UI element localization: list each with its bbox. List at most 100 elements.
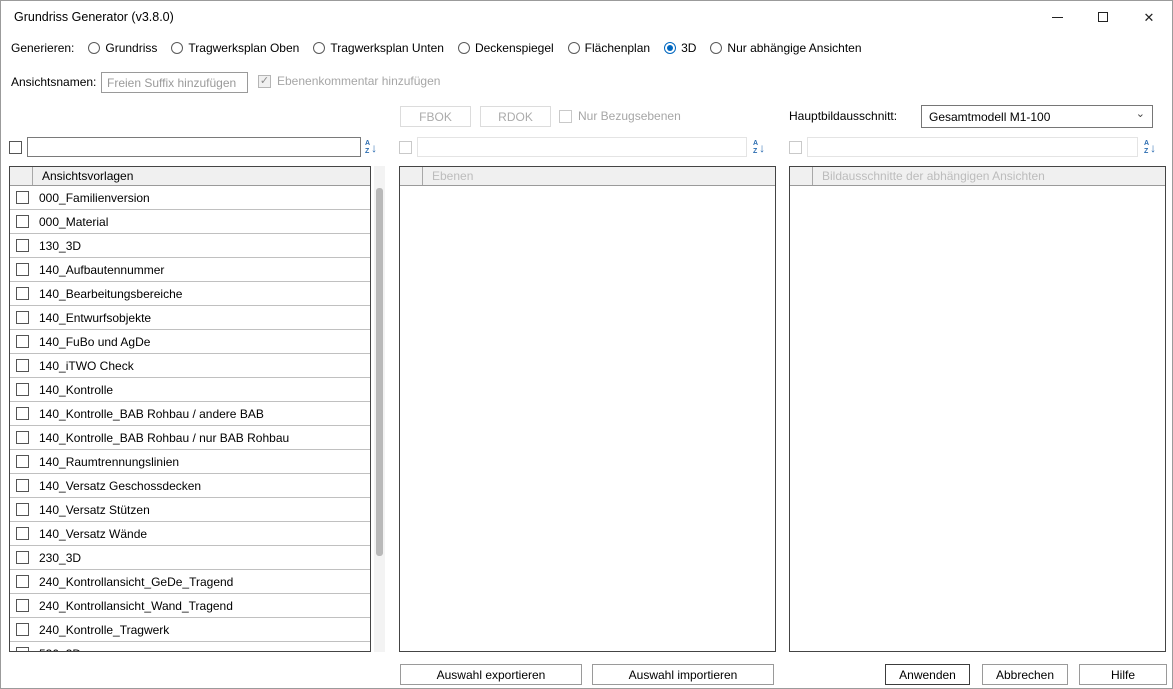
- help-button[interactable]: Hilfe: [1079, 664, 1167, 685]
- list-item[interactable]: 140_Kontrolle_BAB Rohbau / nur BAB Rohba…: [10, 426, 370, 450]
- checkbox-checked-icon: ✓: [258, 75, 271, 88]
- list-item-label: 140_Versatz Wände: [39, 527, 147, 541]
- list-item[interactable]: 240_Kontrollansicht_GeDe_Tragend: [10, 570, 370, 594]
- header-checkbox-column: [10, 167, 33, 185]
- item-checkbox[interactable]: [16, 479, 29, 492]
- item-checkbox[interactable]: [16, 575, 29, 588]
- list-item[interactable]: 140_Versatz Wände: [10, 522, 370, 546]
- item-checkbox[interactable]: [16, 311, 29, 324]
- list-item[interactable]: 240_Kontrollansicht_Wand_Tragend: [10, 594, 370, 618]
- item-checkbox[interactable]: [16, 215, 29, 228]
- maximize-button[interactable]: [1080, 1, 1126, 33]
- list-item-label: 240_Kontrollansicht_Wand_Tragend: [39, 599, 233, 613]
- item-checkbox[interactable]: [16, 527, 29, 540]
- fbok-button: FBOK: [400, 106, 471, 127]
- item-checkbox[interactable]: [16, 455, 29, 468]
- item-checkbox[interactable]: [16, 407, 29, 420]
- close-icon: ✕: [1144, 11, 1155, 24]
- minimize-button[interactable]: [1034, 1, 1080, 33]
- item-checkbox[interactable]: [16, 647, 29, 651]
- template-filter-input[interactable]: [27, 137, 361, 157]
- list-item[interactable]: 140_Kontrolle: [10, 378, 370, 402]
- radio-grundriss[interactable]: Grundriss: [88, 41, 157, 55]
- item-checkbox[interactable]: [16, 335, 29, 348]
- radio-flächenplan[interactable]: Flächenplan: [568, 41, 650, 55]
- list-item[interactable]: 130_3D: [10, 234, 370, 258]
- window-title: Grundriss Generator (v3.8.0): [1, 10, 174, 24]
- chevron-down-icon: ⌄: [1136, 109, 1145, 120]
- item-checkbox[interactable]: [16, 503, 29, 516]
- header-checkbox-column: [790, 167, 813, 185]
- crops-header-label: Bildausschnitte der abhängigen Ansichten: [813, 169, 1045, 183]
- list-item-label: 130_3D: [39, 239, 81, 253]
- ebenenkommentar-label: Ebenenkommentar hinzufügen: [277, 74, 440, 88]
- view-name-row: Ansichtsnamen: ✓ Ebenenkommentar hinzufü…: [1, 69, 1172, 97]
- crops-list: [790, 186, 1165, 651]
- suffix-input[interactable]: [101, 72, 248, 93]
- hauptbildausschnitt-select[interactable]: Gesamtmodell M1-100 ⌄: [921, 105, 1153, 128]
- list-item[interactable]: 240_Kontrolle_Tragwerk: [10, 618, 370, 642]
- list-item[interactable]: 230_3D: [10, 546, 370, 570]
- list-item[interactable]: 140_Kontrolle_BAB Rohbau / andere BAB: [10, 402, 370, 426]
- item-checkbox[interactable]: [16, 431, 29, 444]
- item-checkbox[interactable]: [16, 623, 29, 636]
- list-item-label: 140_Kontrolle_BAB Rohbau / nur BAB Rohba…: [39, 431, 289, 445]
- ebenenkommentar-checkbox: ✓ Ebenenkommentar hinzufügen: [258, 74, 440, 88]
- sort-az-crops-icon: AZ ↓: [1144, 139, 1162, 156]
- radio-icon: [313, 42, 325, 54]
- list-item[interactable]: 000_Material: [10, 210, 370, 234]
- view-name-label: Ansichtsnamen:: [11, 75, 96, 89]
- rdok-button: RDOK: [480, 106, 551, 127]
- list-item-label: 230_3D: [39, 551, 81, 565]
- radio-label: Flächenplan: [585, 41, 650, 55]
- window-controls: ✕: [1034, 1, 1172, 33]
- dialog-window: Grundriss Generator (v3.8.0) ✕ Generiere…: [0, 0, 1173, 689]
- nur-bezugsebenen-label: Nur Bezugsebenen: [578, 109, 681, 123]
- select-all-levels-checkbox: [399, 141, 412, 154]
- scrollbar-thumb[interactable]: [376, 188, 383, 556]
- list-item-label: 140_Versatz Stützen: [39, 503, 150, 517]
- list-item[interactable]: 140_Bearbeitungsbereiche: [10, 282, 370, 306]
- list-item[interactable]: 000_Familienversion: [10, 186, 370, 210]
- radio-3d[interactable]: 3D: [664, 41, 696, 55]
- item-checkbox[interactable]: [16, 287, 29, 300]
- radio-icon: [171, 42, 183, 54]
- list-item[interactable]: 140_Versatz Stützen: [10, 498, 370, 522]
- generate-label: Generieren:: [11, 41, 74, 55]
- item-checkbox[interactable]: [16, 191, 29, 204]
- item-checkbox[interactable]: [16, 263, 29, 276]
- radio-nur-abhängige-ansichten[interactable]: Nur abhängige Ansichten: [710, 41, 861, 55]
- radio-deckenspiegel[interactable]: Deckenspiegel: [458, 41, 554, 55]
- item-checkbox[interactable]: [16, 359, 29, 372]
- list-item[interactable]: 140_Aufbautennummer: [10, 258, 370, 282]
- export-selection-button[interactable]: Auswahl exportieren: [400, 664, 582, 685]
- close-button[interactable]: ✕: [1126, 1, 1172, 33]
- crops-panel-header: Bildausschnitte der abhängigen Ansichten: [790, 167, 1165, 186]
- list-item[interactable]: 140_Raumtrennungslinien: [10, 450, 370, 474]
- item-checkbox[interactable]: [16, 383, 29, 396]
- radio-tragwerksplan-oben[interactable]: Tragwerksplan Oben: [171, 41, 299, 55]
- item-checkbox[interactable]: [16, 551, 29, 564]
- templates-scrollbar[interactable]: [374, 166, 385, 652]
- checkbox-icon: [559, 110, 572, 123]
- list-item[interactable]: 530_3D: [10, 642, 370, 651]
- select-all-templates-checkbox[interactable]: [9, 141, 22, 154]
- nur-bezugsebenen-checkbox: Nur Bezugsebenen: [559, 109, 681, 123]
- list-item-label: 140_Bearbeitungsbereiche: [39, 287, 182, 301]
- list-item[interactable]: 140_Entwurfsobjekte: [10, 306, 370, 330]
- radio-label: 3D: [681, 41, 696, 55]
- item-checkbox[interactable]: [16, 239, 29, 252]
- sort-az-templates-icon[interactable]: AZ ↓: [365, 139, 383, 156]
- list-item-label: 140_Aufbautennummer: [39, 263, 164, 277]
- cancel-button[interactable]: Abbrechen: [982, 664, 1068, 685]
- radio-tragwerksplan-unten[interactable]: Tragwerksplan Unten: [313, 41, 444, 55]
- list-item-label: 140_Raumtrennungslinien: [39, 455, 179, 469]
- apply-button[interactable]: Anwenden: [885, 664, 970, 685]
- list-item[interactable]: 140_iTWO Check: [10, 354, 370, 378]
- item-checkbox[interactable]: [16, 599, 29, 612]
- list-item[interactable]: 140_FuBo und AgDe: [10, 330, 370, 354]
- list-item-label: 530_3D: [39, 647, 81, 652]
- list-item[interactable]: 140_Versatz Geschossdecken: [10, 474, 370, 498]
- import-selection-button[interactable]: Auswahl importieren: [592, 664, 774, 685]
- templates-panel: Ansichtsvorlagen 000_Familienversion000_…: [9, 166, 371, 652]
